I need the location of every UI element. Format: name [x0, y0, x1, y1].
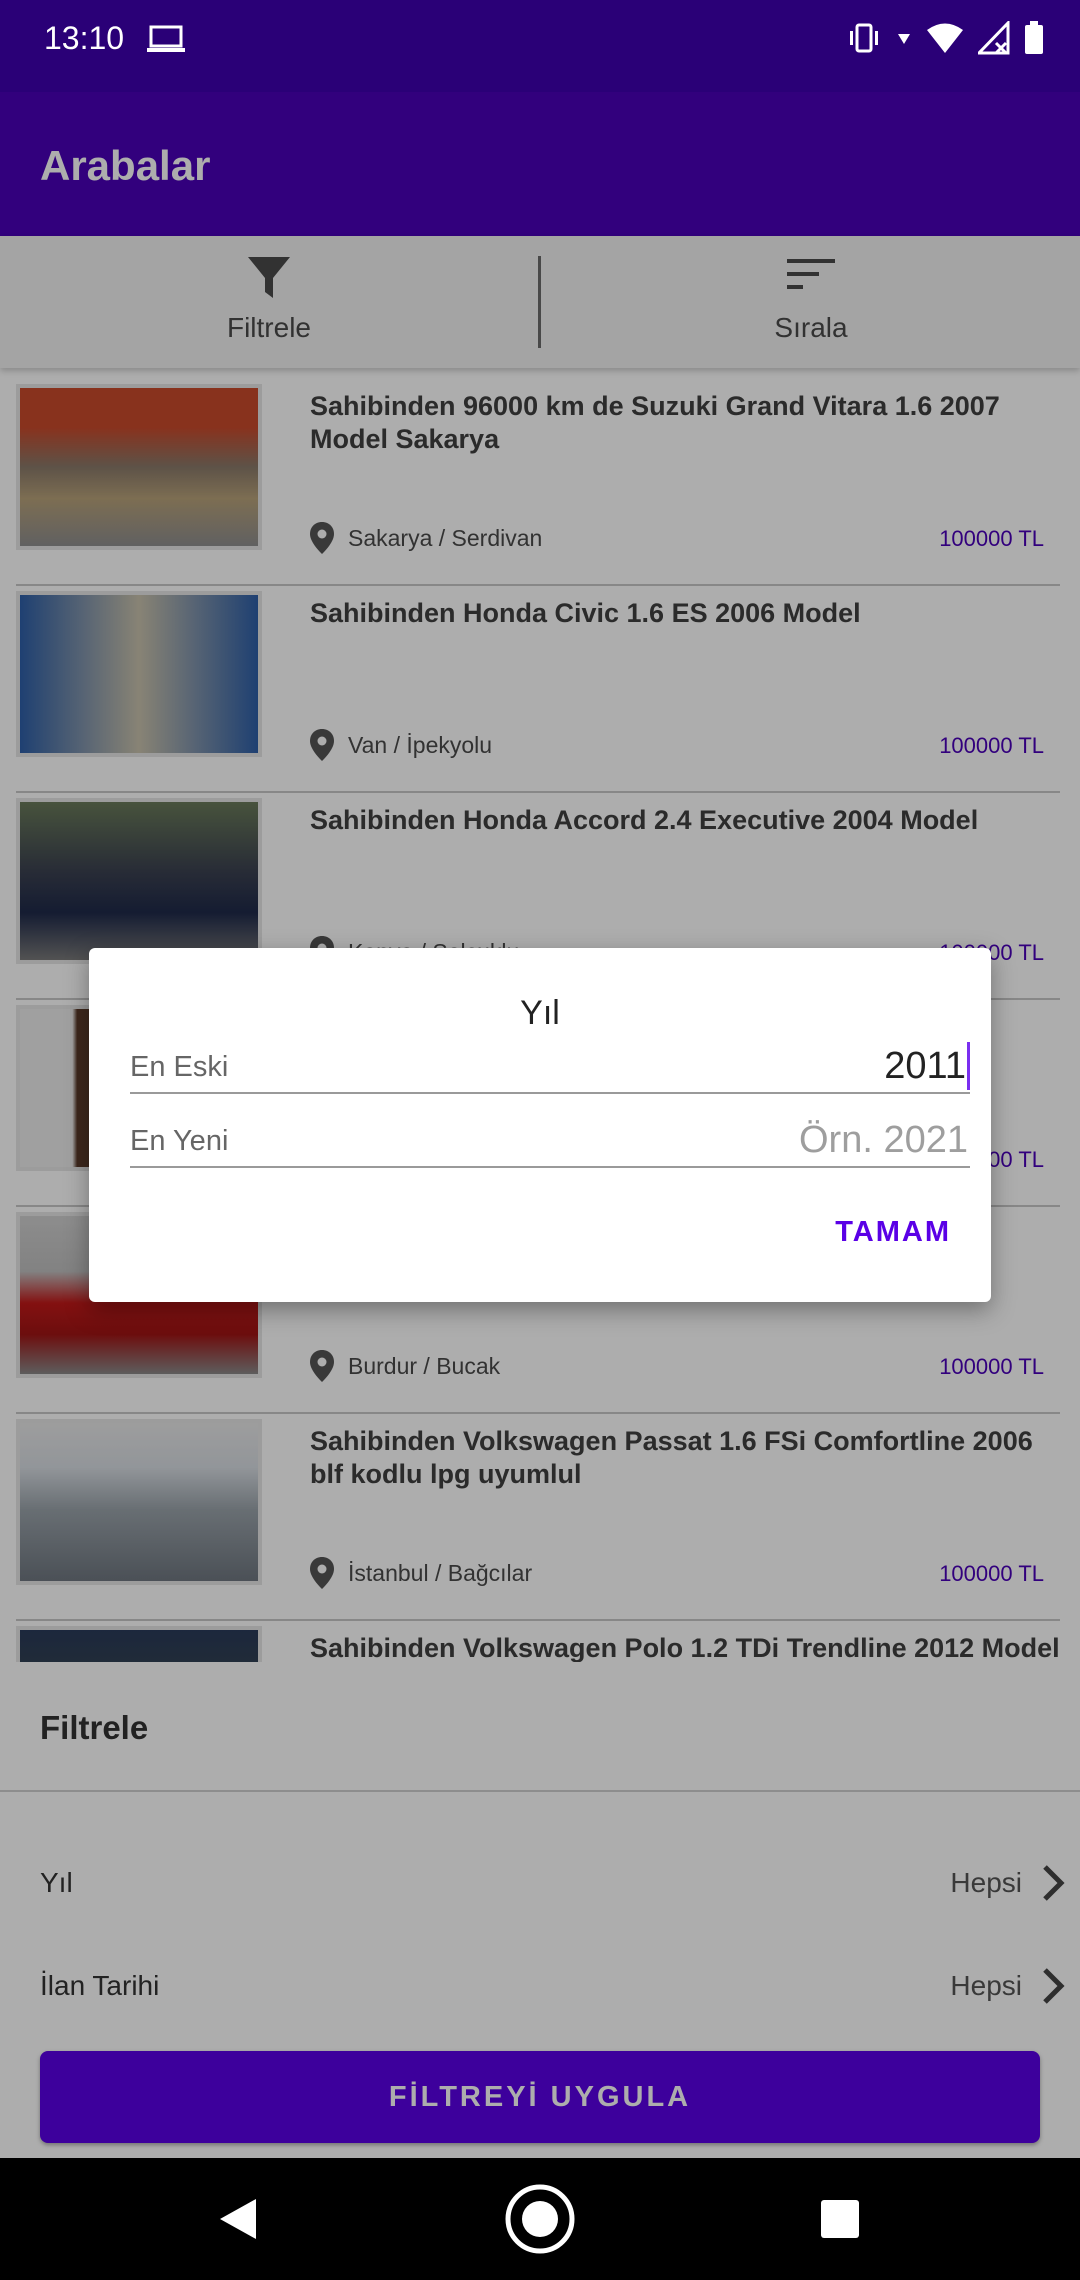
wifi-icon [927, 23, 963, 53]
newest-year-field[interactable]: En Yeni Örn. 2021 [130, 1112, 970, 1168]
status-time: 13:10 [44, 20, 125, 56]
oldest-year-label: En Eski [130, 1051, 229, 1083]
year-dialog: Yıl En Eski 2011 En Yeni Örn. 2021 TAMAM [89, 948, 991, 1302]
status-bar: 13:10 [0, 0, 1080, 92]
vibrate-icon [850, 23, 878, 53]
status-icons [846, 20, 1044, 56]
system-nav-bar [0, 2158, 1080, 2280]
ok-button[interactable]: TAMAM [835, 1216, 951, 1249]
battery-icon [1025, 21, 1043, 54]
dialog-title: Yıl [520, 994, 560, 1032]
newest-year-label: En Yeni [130, 1125, 229, 1157]
back-icon[interactable] [216, 2197, 260, 2241]
newest-year-placeholder: Örn. 2021 [799, 1119, 968, 1161]
oldest-year-value: 2011 [884, 1045, 966, 1087]
home-icon[interactable] [504, 2183, 576, 2255]
laptop-icon [147, 25, 185, 52]
recents-icon[interactable] [820, 2199, 860, 2239]
data-arrow-icon [898, 34, 910, 44]
signal-icon [978, 21, 1010, 55]
text-cursor [967, 1042, 970, 1090]
oldest-year-field[interactable]: En Eski 2011 [130, 1038, 970, 1094]
